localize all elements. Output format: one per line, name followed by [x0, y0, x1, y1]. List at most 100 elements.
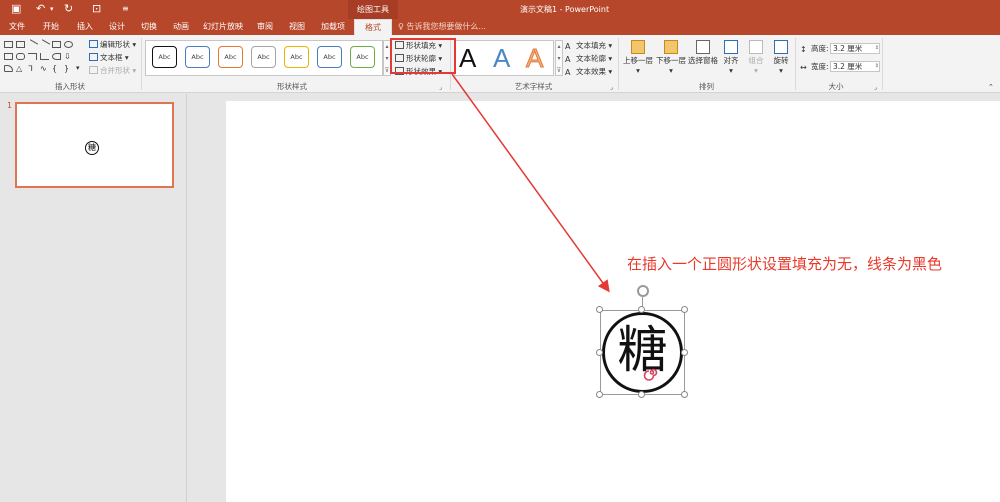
style-sample[interactable]: Abc: [251, 46, 276, 68]
bring-forward-button[interactable]: 上移一层 ▾: [622, 40, 654, 76]
shape-rect-icon[interactable]: [4, 41, 13, 48]
wordart-gallery-scroll[interactable]: ▴ ▾ ⊽: [555, 40, 563, 76]
resize-handle[interactable]: [681, 306, 688, 313]
rotate-handle-icon[interactable]: [637, 285, 649, 297]
rotate-button[interactable]: 旋转 ▾: [770, 40, 792, 76]
tab-transitions[interactable]: 切换: [136, 19, 162, 35]
spinner-icon[interactable]: ⇳: [875, 44, 879, 53]
dialog-launcher-icon[interactable]: ⌟: [439, 82, 442, 93]
text-fill-button[interactable]: A 文本填充 ▾: [565, 40, 612, 51]
tell-me-text: 告诉我您想要做什么...: [406, 22, 487, 31]
tab-design[interactable]: 设计: [104, 19, 130, 35]
resize-handle[interactable]: [596, 391, 603, 398]
swirl-icon: [643, 368, 658, 381]
shape-brace-right-icon[interactable]: }: [64, 65, 73, 73]
width-field-label: ↔ 宽度:: [800, 62, 829, 72]
resize-handle[interactable]: [596, 349, 603, 356]
merge-shapes-button[interactable]: 合并形状 ▾: [89, 65, 136, 76]
ribbon: ⇩ △ ᒣ ∿ { } ▾ 编辑形状 ▾ 文本框 ▾ 合并形状 ▾ 插入形状 A…: [0, 35, 1000, 93]
align-icon: [724, 40, 738, 54]
height-field-label: ↕ 高度:: [800, 44, 829, 54]
text-outline-button[interactable]: A 文本轮廓 ▾: [565, 53, 612, 64]
editing-canvas: [187, 94, 1000, 502]
style-sample[interactable]: Abc: [350, 46, 375, 68]
redo-icon[interactable]: ↻: [64, 2, 73, 16]
tab-slideshow[interactable]: 幻灯片放映: [200, 19, 246, 35]
shape-oval-icon[interactable]: [64, 41, 73, 48]
bring-forward-icon: [631, 40, 645, 54]
width-icon: ↔: [800, 63, 807, 72]
shape-line-icon[interactable]: [26, 39, 39, 50]
shape-brace-icon[interactable]: {: [52, 65, 61, 73]
tab-animations[interactable]: 动画: [168, 19, 194, 35]
slide[interactable]: [226, 101, 1000, 502]
style-sample[interactable]: Abc: [185, 46, 210, 68]
shape-elbow-icon[interactable]: [40, 53, 49, 60]
dialog-launcher-icon[interactable]: ⌟: [610, 82, 613, 93]
rotate-icon: [774, 40, 788, 54]
resize-handle[interactable]: [638, 306, 645, 313]
style-sample[interactable]: Abc: [218, 46, 243, 68]
highlight-box: [390, 38, 456, 74]
wordart-sample[interactable]: A: [525, 41, 543, 75]
shape-styles-gallery[interactable]: Abc Abc Abc Abc Abc Abc Abc: [145, 40, 383, 76]
style-sample[interactable]: Abc: [152, 46, 177, 68]
resize-handle[interactable]: [638, 391, 645, 398]
tell-me-search[interactable]: ♀ 告诉我您想要做什么...: [398, 19, 486, 35]
wordart-sample[interactable]: A: [459, 41, 476, 75]
textbox-button[interactable]: 文本框 ▾: [89, 52, 129, 63]
shape-arrow-right-icon[interactable]: [52, 53, 61, 60]
send-backward-icon: [664, 40, 678, 54]
wordart-sample[interactable]: A: [493, 41, 510, 75]
divider: [882, 38, 883, 90]
tab-view[interactable]: 视图: [284, 19, 310, 35]
save-icon[interactable]: ▣: [11, 2, 21, 16]
thumbnail-logo: 糖: [85, 141, 99, 155]
text-fill-icon: A: [565, 42, 571, 51]
customize-qat-icon[interactable]: ≡: [122, 2, 129, 16]
width-input[interactable]: 3.2 厘米 ⇳: [830, 61, 880, 72]
shape-scribble-icon[interactable]: ∿: [40, 65, 49, 73]
tab-file[interactable]: 文件: [4, 19, 30, 35]
height-icon: ↕: [800, 45, 807, 54]
resize-handle[interactable]: [681, 391, 688, 398]
selection-pane-button[interactable]: 选择窗格: [686, 40, 720, 66]
tab-format[interactable]: 格式: [354, 19, 392, 35]
wordart-gallery[interactable]: A A A: [454, 40, 554, 76]
group-button[interactable]: 组合 ▾: [745, 40, 767, 76]
send-backward-button[interactable]: 下移一层 ▾: [655, 40, 687, 76]
tab-review[interactable]: 审阅: [252, 19, 278, 35]
shape-square-icon[interactable]: [52, 41, 61, 48]
shape-freeform-icon[interactable]: [4, 65, 13, 72]
shape-connector-icon[interactable]: [28, 53, 37, 60]
present-icon[interactable]: ⊡: [92, 2, 101, 16]
tab-addins[interactable]: 加载项: [316, 19, 350, 35]
undo-dropdown-icon[interactable]: ▾: [50, 2, 54, 16]
style-sample[interactable]: Abc: [284, 46, 309, 68]
edit-shape-icon: [89, 40, 98, 48]
resize-handle[interactable]: [681, 349, 688, 356]
slide-thumbnail[interactable]: 糖: [15, 102, 174, 188]
undo-icon[interactable]: ↶: [36, 2, 45, 16]
shape-gallery-more-icon[interactable]: ▾: [76, 65, 85, 72]
shape-textbox-icon[interactable]: [16, 41, 25, 48]
height-input[interactable]: 3.2 厘米 ⇳: [830, 43, 880, 54]
shape-rect2-icon[interactable]: [4, 53, 13, 60]
shape-triangle-icon[interactable]: △: [16, 65, 25, 73]
style-sample[interactable]: Abc: [317, 46, 342, 68]
shape-gallery[interactable]: ⇩ △ ᒣ ∿ { } ▾: [4, 39, 84, 79]
wordart-styles-group-label: 艺术字样式: [514, 82, 553, 91]
edit-shape-button[interactable]: 编辑形状 ▾: [89, 39, 136, 50]
tab-insert[interactable]: 插入: [72, 19, 98, 35]
shape-rounded-rect-icon[interactable]: [16, 53, 25, 60]
shape-curve-icon[interactable]: ᒣ: [28, 65, 37, 73]
shape-arrow-icon[interactable]: [38, 39, 51, 50]
shape-down-arrow-icon[interactable]: ⇩: [64, 53, 73, 61]
align-button[interactable]: 对齐 ▾: [720, 40, 742, 76]
collapse-ribbon-icon[interactable]: ⌃: [988, 82, 994, 93]
spinner-icon[interactable]: ⇳: [875, 62, 879, 71]
resize-handle[interactable]: [596, 306, 603, 313]
dialog-launcher-icon[interactable]: ⌟: [874, 82, 877, 93]
text-effects-button[interactable]: A 文本效果 ▾: [565, 66, 612, 77]
tab-home[interactable]: 开始: [38, 19, 64, 35]
